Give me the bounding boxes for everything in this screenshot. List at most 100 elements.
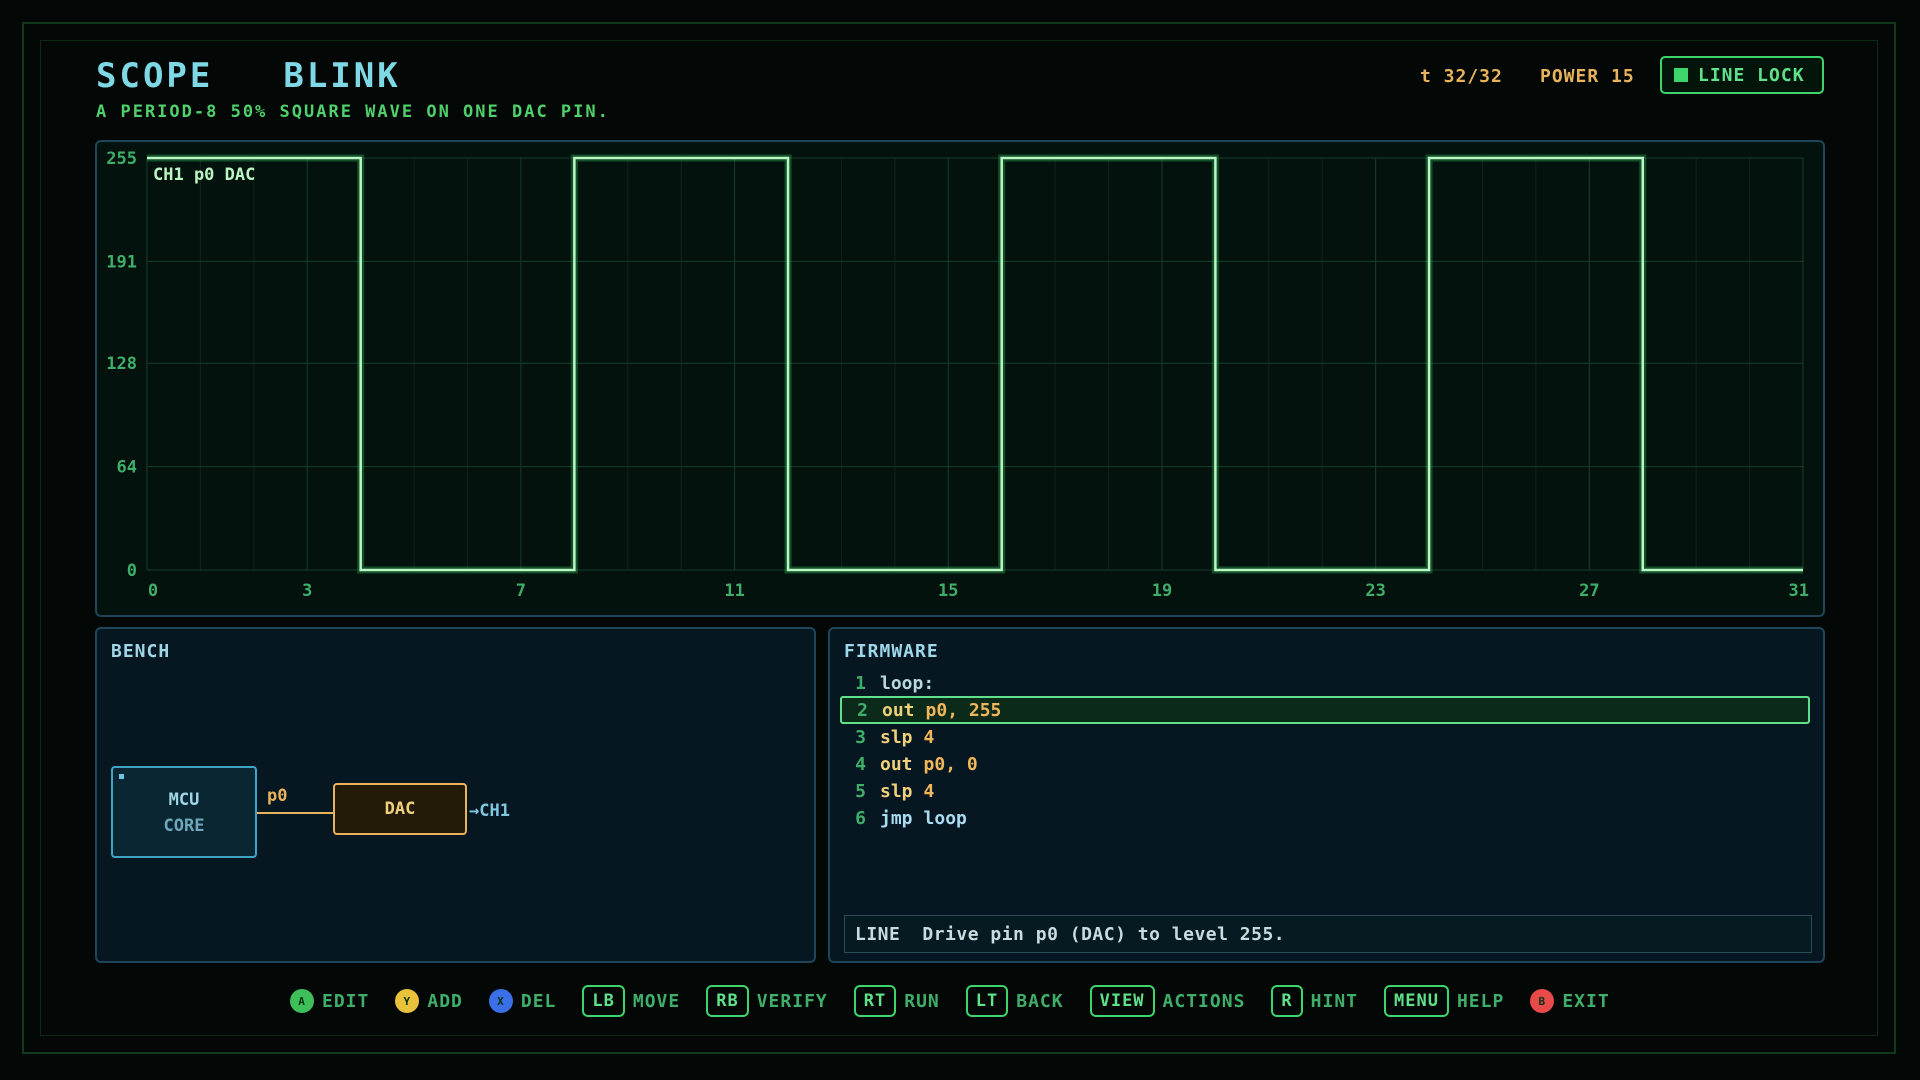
button-a-icon: A xyxy=(290,989,314,1013)
code-line[interactable]: 6 jmp loop xyxy=(840,804,1810,832)
control-label: DEL xyxy=(520,990,557,1012)
code-op: out xyxy=(882,699,915,721)
control-verify[interactable]: RB VERIFY xyxy=(706,985,828,1017)
code-line[interactable]: 4 out p0, 0 xyxy=(840,750,1810,778)
control-run[interactable]: RT RUN xyxy=(853,985,940,1017)
firmware-title: FIRMWARE xyxy=(844,641,939,662)
code-args: loop xyxy=(923,807,967,829)
control-label: VERIFY xyxy=(756,990,828,1012)
key-menu-icon: MENU xyxy=(1384,985,1449,1017)
x-tick-label: 0 xyxy=(148,581,158,601)
level-description: A PERIOD-8 50% SQUARE WAVE ON ONE DAC PI… xyxy=(96,102,610,122)
code-args: p0, 255 xyxy=(925,699,1002,721)
bench-title: BENCH xyxy=(111,641,171,662)
control-label: EDIT xyxy=(322,990,370,1012)
line-number: 5 xyxy=(855,780,866,802)
firmware-panel: FIRMWARE 1 loop: 2 out p0, 255 3 slp 4 4… xyxy=(828,627,1825,963)
lock-indicator-icon xyxy=(1674,68,1688,82)
key-view-icon: VIEW xyxy=(1089,985,1155,1017)
key-lb-icon: LB xyxy=(582,985,625,1017)
control-label: RUN xyxy=(904,990,940,1012)
x-tick-label: 11 xyxy=(724,581,744,601)
key-rb-icon: RB xyxy=(706,985,749,1017)
control-actions[interactable]: VIEW ACTIONS xyxy=(1089,985,1246,1017)
pin-label: p0 xyxy=(267,786,288,806)
x-tick-label: 27 xyxy=(1579,581,1599,601)
bench-panel: BENCH MCU CORE p0 DAC →CH1 xyxy=(95,627,816,963)
code-line[interactable]: 5 slp 4 xyxy=(840,777,1810,805)
code-op: slp xyxy=(880,726,913,748)
code-line-selected[interactable]: 2 out p0, 255 xyxy=(840,696,1810,724)
y-tick-label: 128 xyxy=(106,354,137,374)
control-label: HELP xyxy=(1456,990,1505,1012)
ch1-trace xyxy=(147,156,1803,572)
key-lt-icon: LT xyxy=(965,985,1009,1017)
x-tick-label: 3 xyxy=(302,581,312,601)
mcu-sublabel: CORE xyxy=(163,816,205,836)
control-move[interactable]: LB MOVE xyxy=(582,985,680,1017)
mcu-label: MCU xyxy=(168,790,200,810)
title-level: BLINK xyxy=(283,56,401,96)
y-tick-label: 0 xyxy=(127,561,137,581)
line-status-box: LINE Drive pin p0 (DAC) to level 255. xyxy=(844,915,1812,953)
dac-label: DAC xyxy=(384,799,416,819)
control-help[interactable]: MENU HELP xyxy=(1384,985,1504,1017)
code-label: loop: xyxy=(880,672,935,694)
line-lock-label: LINE LOCK xyxy=(1698,64,1805,86)
button-b-icon: B xyxy=(1530,989,1555,1013)
code-args: 4 xyxy=(923,780,935,802)
control-add[interactable]: Y ADD xyxy=(395,989,463,1013)
code-op: out xyxy=(880,753,913,775)
control-del[interactable]: X DEL xyxy=(488,989,557,1013)
line-number: 4 xyxy=(855,753,866,775)
key-rt-icon: RT xyxy=(853,985,897,1017)
dac-block[interactable]: DAC xyxy=(333,783,467,835)
line-number: 2 xyxy=(857,699,868,721)
channel-output-label: →CH1 xyxy=(469,801,510,821)
x-tick-label: 23 xyxy=(1365,581,1385,601)
code-line[interactable]: 3 slp 4 xyxy=(840,723,1810,751)
code-op: jmp xyxy=(880,807,913,829)
line-number: 3 xyxy=(855,726,866,748)
page-title: SCOPE BLINK xyxy=(96,56,471,96)
time-counter: t 32/32 xyxy=(1420,66,1503,87)
code-args: p0, 0 xyxy=(923,753,978,775)
mcu-core-block[interactable]: MCU CORE xyxy=(111,766,257,858)
power-stat: POWER 15 xyxy=(1540,66,1635,87)
button-x-icon: X xyxy=(488,989,513,1013)
code-args: 4 xyxy=(923,726,935,748)
x-tick-label: 19 xyxy=(1152,581,1172,601)
button-y-icon: Y xyxy=(395,989,420,1013)
line-number: 6 xyxy=(855,807,866,829)
line-lock-toggle[interactable]: LINE LOCK xyxy=(1660,56,1824,94)
y-tick-label: 64 xyxy=(117,458,137,478)
x-tick-label: 31 xyxy=(1789,581,1809,601)
control-label: HINT xyxy=(1310,990,1359,1012)
mcu-indicator-icon xyxy=(119,774,124,779)
control-label: BACK xyxy=(1016,990,1064,1012)
status-text: Drive pin p0 (DAC) to level 255. xyxy=(922,923,1286,945)
control-exit[interactable]: B EXIT xyxy=(1530,989,1609,1013)
control-label: EXIT xyxy=(1562,990,1610,1012)
x-tick-label: 15 xyxy=(938,581,958,601)
y-tick-label: 191 xyxy=(106,252,137,272)
title-scope: SCOPE xyxy=(96,56,214,96)
scope-chart: 0 64 128 191 255 0 3 7 11 15 19 23 27 31 CH1 p0 DAC xyxy=(106,149,1809,601)
control-label: MOVE xyxy=(632,990,681,1012)
control-back[interactable]: LT BACK xyxy=(965,985,1064,1017)
control-edit[interactable]: A EDIT xyxy=(290,989,369,1013)
line-number: 1 xyxy=(855,672,866,694)
key-r-icon: R xyxy=(1271,985,1303,1017)
code-op: slp xyxy=(880,780,913,802)
status-key: LINE xyxy=(855,923,901,945)
p0-wire xyxy=(257,812,333,814)
y-tick-label: 255 xyxy=(106,149,137,169)
controls-bar: A EDIT Y ADD X DEL LB MOVE RB VERIFY RT RUN LT BACK VI… xyxy=(290,982,1636,1020)
channel-label: CH1 p0 DAC xyxy=(153,165,255,185)
x-tick-label: 7 xyxy=(516,581,526,601)
control-hint[interactable]: R HINT xyxy=(1271,985,1358,1017)
code-line[interactable]: 1 loop: xyxy=(840,669,1810,697)
oscilloscope-panel: 0 64 128 191 255 0 3 7 11 15 19 23 27 31 CH1 p0 DAC xyxy=(95,140,1825,617)
control-label: ADD xyxy=(427,990,463,1012)
trace-glow xyxy=(147,154,1803,574)
